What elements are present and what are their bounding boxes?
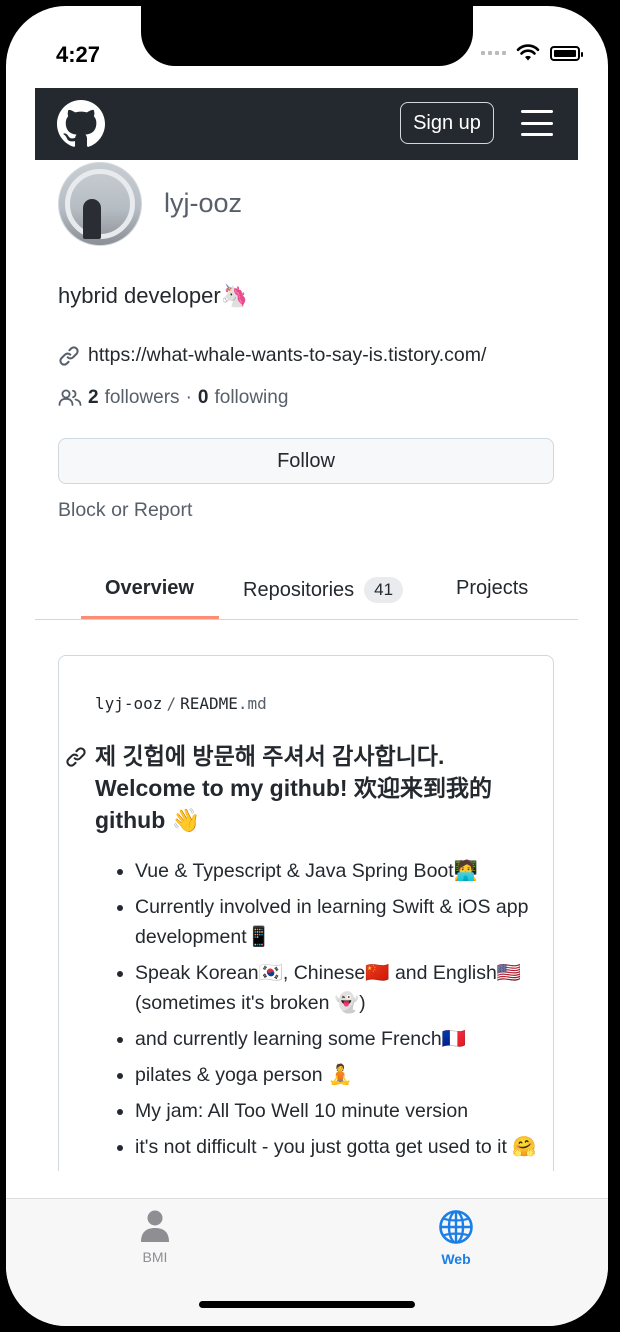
profile-tabs: Overview Repositories 41 Projects bbox=[35, 561, 578, 620]
following-link[interactable]: following bbox=[214, 387, 288, 409]
readme-path[interactable]: lyj-ooz / README.md bbox=[95, 694, 267, 713]
list-item: My jam: All Too Well 10 minute version bbox=[135, 1096, 555, 1126]
people-icon bbox=[58, 389, 82, 406]
readme-owner[interactable]: lyj-ooz bbox=[95, 694, 162, 713]
bottom-tab-bmi[interactable]: BMI bbox=[115, 1209, 195, 1265]
bottom-tab-web[interactable]: Web bbox=[416, 1209, 496, 1267]
notch bbox=[141, 6, 473, 66]
globe-icon bbox=[439, 1210, 473, 1244]
followers-link[interactable]: followers bbox=[105, 387, 180, 409]
stats-separator: · bbox=[185, 387, 192, 408]
followers-count[interactable]: 2 bbox=[88, 387, 99, 409]
readme-path-separator: / bbox=[166, 694, 177, 713]
hamburger-menu-icon[interactable] bbox=[521, 110, 553, 136]
status-bar: 4:27 bbox=[6, 6, 608, 86]
battery-icon bbox=[550, 45, 583, 61]
bottom-tab-bmi-label: BMI bbox=[142, 1249, 168, 1265]
status-icons bbox=[481, 44, 583, 62]
tab-projects[interactable]: Projects bbox=[456, 577, 528, 600]
list-item: Currently involved in learning Swift & i… bbox=[135, 892, 555, 952]
list-item: and currently learning some French🇫🇷 bbox=[135, 1024, 555, 1054]
tab-overview-label: Overview bbox=[105, 577, 194, 599]
status-time: 4:27 bbox=[56, 42, 101, 67]
readme-card: lyj-ooz / README.md 제 깃헙에 방문해 주셔서 감사합니다. W… bbox=[58, 655, 554, 1171]
active-tab-indicator bbox=[81, 616, 219, 619]
signal-icon bbox=[481, 51, 506, 55]
sign-up-button[interactable]: Sign up bbox=[400, 102, 494, 144]
anchor-link-icon[interactable] bbox=[65, 746, 87, 768]
list-item: pilates & yoga person 🧘 bbox=[135, 1060, 555, 1090]
tab-repositories-label: Repositories bbox=[243, 578, 355, 601]
tab-repositories[interactable]: Repositories 41 bbox=[243, 577, 404, 603]
profile-username: lyj-ooz bbox=[164, 188, 243, 218]
website-url[interactable]: https://what-whale-wants-to-say-is.tisto… bbox=[88, 344, 486, 367]
readme-heading-text: 제 깃헙에 방문해 주셔서 감사합니다. Welcome to my githu… bbox=[95, 743, 492, 833]
list-item: it's not difficult - you just gotta get … bbox=[135, 1132, 555, 1162]
avatar[interactable] bbox=[58, 162, 142, 246]
repositories-count-badge: 41 bbox=[364, 577, 404, 603]
tab-overview[interactable]: Overview bbox=[105, 577, 194, 600]
link-icon bbox=[59, 345, 79, 366]
block-or-report-link[interactable]: Block or Report bbox=[58, 499, 192, 522]
profile-website[interactable]: https://what-whale-wants-to-say-is.tisto… bbox=[58, 344, 486, 367]
readme-file[interactable]: README bbox=[180, 694, 238, 713]
readme-heading: 제 깃헙에 방문해 주셔서 감사합니다. Welcome to my githu… bbox=[66, 740, 525, 836]
wifi-icon bbox=[516, 44, 540, 61]
home-indicator[interactable] bbox=[199, 1301, 415, 1308]
github-header: Sign up bbox=[35, 88, 578, 160]
phone-screen: 4:27 Sign up lyj-ooz hybrid developer🦄 h… bbox=[6, 6, 608, 1326]
following-count[interactable]: 0 bbox=[198, 387, 209, 409]
github-octocat-icon[interactable] bbox=[57, 100, 105, 148]
follow-stats: 2 followers · 0 following bbox=[58, 387, 288, 409]
readme-ext: .md bbox=[237, 694, 267, 713]
profile-bio: hybrid developer🦄 bbox=[58, 283, 249, 308]
readme-list: Vue & Typescript & Java Spring Boot🧑‍💻 C… bbox=[105, 856, 555, 1168]
bottom-tab-web-label: Web bbox=[441, 1251, 471, 1267]
person-icon bbox=[141, 1210, 169, 1242]
tab-projects-label: Projects bbox=[456, 577, 529, 599]
follow-button[interactable]: Follow bbox=[58, 438, 554, 484]
list-item: Speak Korean🇰🇷, Chinese🇨🇳 and English🇺🇸 … bbox=[135, 958, 555, 1018]
list-item: Vue & Typescript & Java Spring Boot🧑‍💻 bbox=[135, 856, 555, 886]
